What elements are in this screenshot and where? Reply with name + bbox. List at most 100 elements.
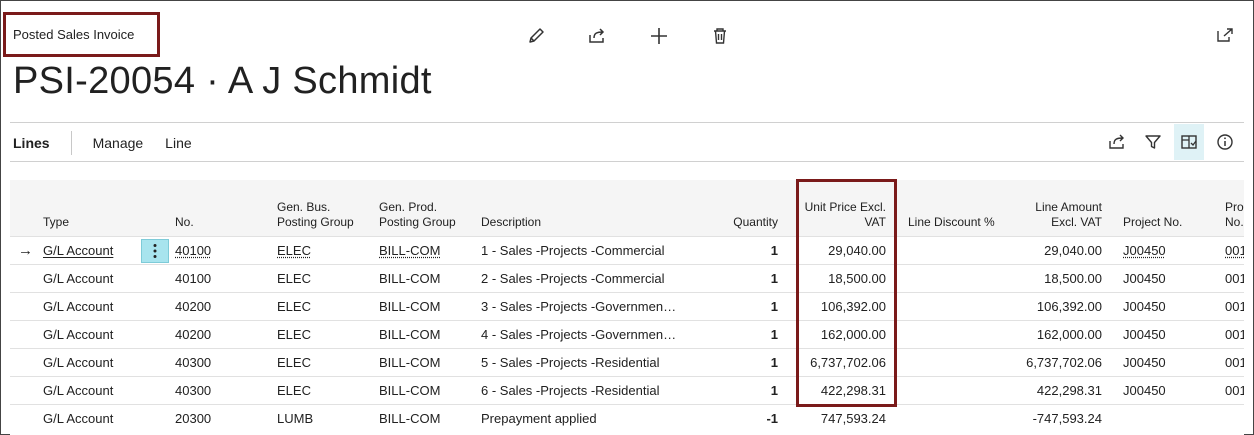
table-row[interactable]: G/L Account 40200 ELEC BILL-COM 4 - Sales -P… bbox=[10, 320, 1244, 348]
cell-no: 20300 bbox=[175, 411, 212, 426]
popout-icon bbox=[1217, 28, 1233, 42]
col-gen-prod[interactable]: Gen. Prod. Posting Group bbox=[379, 200, 456, 230]
page-kind-caption: Posted Sales Invoice bbox=[13, 27, 135, 42]
table-row[interactable]: G/L Account 20300 LUMB BILL-COM Prepayment a… bbox=[10, 404, 1244, 432]
cell-project-task-no[interactable]: 001 bbox=[1225, 383, 1244, 398]
cell-quantity: 1 bbox=[770, 327, 778, 342]
cell-gen-prod: BILL-COM bbox=[379, 355, 441, 370]
focus-mode-button[interactable] bbox=[1174, 124, 1204, 160]
col-unit-price-line1: Unit Price Excl. bbox=[804, 200, 886, 214]
cell-project-task-no[interactable]: 001 bbox=[1225, 299, 1244, 314]
col-description[interactable]: Description bbox=[481, 215, 541, 230]
cell-gen-bus: ELEC bbox=[277, 271, 311, 286]
cell-type: G/L Account bbox=[43, 383, 114, 398]
tab-manage[interactable]: Manage bbox=[93, 135, 144, 151]
cell-gen-prod: BILL-COM bbox=[379, 299, 441, 314]
col-gen-bus-line1: Gen. Bus. bbox=[277, 200, 331, 214]
cell-type: G/L Account bbox=[43, 411, 114, 426]
table-row[interactable]: G/L Account 40100 ELEC BILL-COM 2 - Sales -P… bbox=[10, 264, 1244, 292]
grid-header: Type No. Gen. Bus. Posting Group Gen. Pr… bbox=[10, 180, 1244, 236]
col-line-discount[interactable]: Line Discount % bbox=[908, 215, 995, 230]
cell-no: 40100 bbox=[175, 271, 212, 286]
tab-lines[interactable]: Lines bbox=[13, 131, 72, 155]
share-button[interactable] bbox=[584, 23, 610, 49]
cell-project-no[interactable]: J00450 bbox=[1123, 299, 1166, 314]
cell-quantity: 1 bbox=[770, 299, 778, 314]
edit-icon bbox=[529, 28, 544, 43]
row-actions-button[interactable] bbox=[141, 239, 169, 263]
col-unit-price[interactable]: Unit Price Excl. VAT bbox=[790, 200, 886, 230]
cell-line-amount: 29,040.00 bbox=[1044, 243, 1102, 258]
cell-no: 40300 bbox=[175, 355, 212, 370]
col-no[interactable]: No. bbox=[175, 215, 194, 230]
filter-button[interactable] bbox=[1138, 124, 1168, 160]
info-icon bbox=[1217, 134, 1233, 150]
cell-line-amount: 18,500.00 bbox=[1044, 271, 1102, 286]
cell-project-no[interactable]: J00450 bbox=[1123, 243, 1166, 258]
cell-project-task-no[interactable]: 001 bbox=[1225, 327, 1244, 342]
cell-line-amount: 162,000.00 bbox=[1036, 327, 1102, 342]
delete-button[interactable] bbox=[707, 23, 733, 49]
cell-line-amount: 6,737,702.06 bbox=[1026, 355, 1102, 370]
delete-icon bbox=[714, 28, 726, 44]
lines-share-button[interactable] bbox=[1102, 124, 1132, 160]
cell-unit-price: 422,298.31 bbox=[820, 383, 886, 398]
tab-line[interactable]: Line bbox=[165, 135, 191, 151]
col-unit-price-line2: VAT bbox=[864, 215, 886, 229]
cell-project-no[interactable]: J00450 bbox=[1123, 327, 1166, 342]
table-row[interactable]: G/L Account 40200 ELEC BILL-COM 3 - Sales -P… bbox=[10, 292, 1244, 320]
cell-project-no[interactable]: J00450 bbox=[1123, 271, 1166, 286]
col-type[interactable]: Type bbox=[43, 215, 69, 230]
share-icon bbox=[1109, 134, 1124, 149]
more-vertical-icon bbox=[153, 244, 157, 258]
cell-no[interactable]: 40100 bbox=[175, 243, 211, 258]
edit-button[interactable] bbox=[523, 23, 549, 49]
cell-gen-prod[interactable]: BILL-COM bbox=[379, 243, 440, 258]
cell-line-amount: 106,392.00 bbox=[1036, 299, 1102, 314]
cell-quantity: 1 bbox=[770, 271, 778, 286]
info-button[interactable] bbox=[1210, 124, 1240, 160]
cell-description: 4 - Sales -Projects -Governmen… bbox=[481, 327, 677, 342]
table-row[interactable]: → G/L Account 40100 ELEC BILL-COM 1 - Sales -… bbox=[10, 236, 1244, 264]
cell-gen-prod: BILL-COM bbox=[379, 411, 441, 426]
cell-project-task-no[interactable]: 001 bbox=[1225, 243, 1244, 258]
table-row[interactable]: G/L Account 40300 ELEC BILL-COM 6 - Sales -P… bbox=[10, 376, 1244, 404]
page-title: PSI-20054 · A J Schmidt bbox=[13, 60, 432, 102]
header-divider bbox=[10, 122, 1244, 123]
cell-description: 1 - Sales -Projects -Commercial bbox=[481, 243, 665, 258]
cell-line-amount: -747,593.24 bbox=[1032, 411, 1102, 426]
current-row-arrow-icon: → bbox=[18, 242, 33, 259]
col-gen-bus-line2: Posting Group bbox=[277, 215, 354, 229]
col-project-no[interactable]: Project No. bbox=[1123, 215, 1182, 230]
cell-unit-price: 6,737,702.06 bbox=[810, 355, 886, 370]
col-pro-line2: No. bbox=[1225, 215, 1244, 229]
cell-project-no[interactable]: J00450 bbox=[1123, 355, 1166, 370]
cell-description: 6 - Sales -Projects -Residential bbox=[481, 383, 660, 398]
cell-gen-bus: ELEC bbox=[277, 299, 311, 314]
cell-project-task-no[interactable]: 001 bbox=[1225, 355, 1244, 370]
col-quantity[interactable]: Quantity bbox=[700, 215, 778, 230]
cell-line-amount: 422,298.31 bbox=[1036, 383, 1102, 398]
col-line-amount[interactable]: Line Amount Excl. VAT bbox=[1010, 200, 1102, 230]
col-project-task-no[interactable]: Pro No. bbox=[1225, 200, 1244, 230]
cell-type[interactable]: G/L Account bbox=[43, 243, 113, 258]
cell-gen-bus: ELEC bbox=[277, 383, 311, 398]
lines-grid: Type No. Gen. Bus. Posting Group Gen. Pr… bbox=[10, 180, 1244, 435]
cell-gen-prod: BILL-COM bbox=[379, 271, 441, 286]
new-button[interactable] bbox=[646, 23, 672, 49]
table-row[interactable]: G/L Account 40300 ELEC BILL-COM 5 - Sales -P… bbox=[10, 348, 1244, 376]
cell-type: G/L Account bbox=[43, 355, 114, 370]
cell-type: G/L Account bbox=[43, 299, 114, 314]
cell-quantity: 1 bbox=[770, 383, 778, 398]
cell-project-task-no[interactable]: 001 bbox=[1225, 271, 1244, 286]
cell-unit-price: 747,593.24 bbox=[820, 411, 886, 426]
cell-description: 2 - Sales -Projects -Commercial bbox=[481, 271, 665, 286]
cell-unit-price: 106,392.00 bbox=[820, 299, 886, 314]
cell-project-no[interactable]: J00450 bbox=[1123, 383, 1166, 398]
popout-button[interactable] bbox=[1214, 24, 1236, 46]
col-gen-bus[interactable]: Gen. Bus. Posting Group bbox=[277, 200, 354, 230]
cell-description: 3 - Sales -Projects -Governmen… bbox=[481, 299, 677, 314]
cell-unit-price: 18,500.00 bbox=[828, 271, 886, 286]
col-gen-prod-line2: Posting Group bbox=[379, 215, 456, 229]
cell-gen-bus[interactable]: ELEC bbox=[277, 243, 311, 258]
